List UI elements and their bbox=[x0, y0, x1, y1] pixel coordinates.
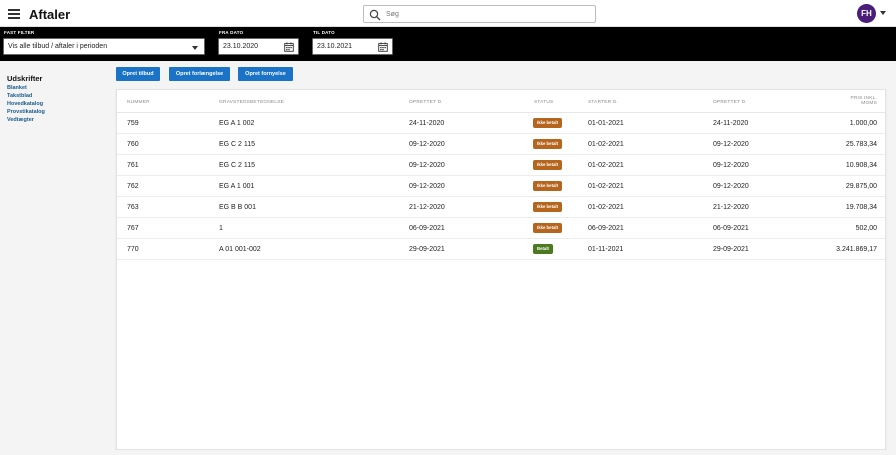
sidebar-list: Blanket Takstblad Hovedkatalog Provstika… bbox=[7, 84, 45, 124]
cell-oprettet-2: 06-09-2021 bbox=[713, 225, 749, 232]
cell-pris: 25.783,34 bbox=[845, 141, 877, 148]
cell-oprettet-2: 09-12-2020 bbox=[713, 183, 749, 190]
cell-gravsted: A 01 001-002 bbox=[219, 246, 261, 253]
table-row[interactable]: 761 EG C 2 115 09-12-2020 Ikke betalt 01… bbox=[117, 155, 885, 176]
column-header-starter[interactable]: STARTER D. bbox=[588, 100, 618, 105]
column-header-pris[interactable]: PRIS INKL. MOMS bbox=[850, 96, 877, 106]
til-dato-label: TIL DATO bbox=[313, 30, 335, 35]
sidebar-item-takstblad[interactable]: Takstblad bbox=[7, 92, 45, 100]
cell-starter: 01-02-2021 bbox=[588, 183, 624, 190]
column-header-status[interactable]: STATUS bbox=[534, 100, 553, 105]
cell-oprettet-2: 21-12-2020 bbox=[713, 204, 749, 211]
column-header-oprettet[interactable]: OPRETTET D. bbox=[409, 100, 443, 105]
cell-gravsted: EG C 2 115 bbox=[219, 141, 256, 148]
fast-filter-label: FAST FILTER bbox=[4, 30, 35, 35]
cell-nummer: 770 bbox=[127, 246, 139, 253]
status-badge: Ikke betalt bbox=[533, 223, 563, 233]
cell-oprettet-2: 29-09-2021 bbox=[713, 246, 749, 253]
cell-oprettet: 09-12-2020 bbox=[409, 162, 445, 169]
column-header-pris-line2: MOMS bbox=[861, 101, 877, 106]
cell-gravsted: EG C 2 115 bbox=[219, 162, 256, 169]
cell-oprettet: 06-09-2021 bbox=[409, 225, 445, 232]
search-box[interactable] bbox=[363, 5, 596, 23]
cell-pris: 502,00 bbox=[855, 225, 877, 232]
til-dato-field[interactable]: 23.10.2021 bbox=[312, 38, 393, 55]
fast-filter-value: Vis alle tilbud / aftaler i perioden bbox=[8, 43, 108, 50]
table-row[interactable]: 760 EG C 2 115 09-12-2020 Ikke betalt 01… bbox=[117, 134, 885, 155]
cell-gravsted: EG A 1 001 bbox=[219, 183, 255, 190]
cell-oprettet: 09-12-2020 bbox=[409, 141, 445, 148]
column-header-oprettet-2[interactable]: OPRETTET D. bbox=[713, 100, 747, 105]
opret-tilbud-button[interactable]: Opret tilbud bbox=[116, 67, 160, 81]
cell-nummer: 767 bbox=[127, 225, 139, 232]
cell-nummer: 763 bbox=[127, 204, 139, 211]
cell-oprettet: 09-12-2020 bbox=[409, 183, 445, 190]
table-row[interactable]: 762 EG A 1 001 09-12-2020 Ikke betalt 01… bbox=[117, 176, 885, 197]
status-badge: Ikke betalt bbox=[533, 139, 563, 149]
cell-starter: 01-02-2021 bbox=[588, 162, 624, 169]
bottom-strip bbox=[0, 450, 896, 455]
hamburger-menu-icon[interactable] bbox=[8, 9, 20, 19]
cell-oprettet-2: 24-11-2020 bbox=[713, 120, 749, 127]
cell-nummer: 762 bbox=[127, 183, 139, 190]
cell-pris: 3.241.869,17 bbox=[836, 246, 877, 253]
agreements-table: NUMMER GRAVSTEDSBETEGNELSE OPRETTET D. S… bbox=[116, 89, 886, 450]
cell-oprettet: 29-09-2021 bbox=[409, 246, 445, 253]
table-row[interactable]: 767 1 06-09-2021 Ikke betalt 06-09-2021 … bbox=[117, 218, 885, 239]
search-input[interactable] bbox=[386, 7, 591, 21]
cell-oprettet-2: 09-12-2020 bbox=[713, 162, 749, 169]
column-header-nummer[interactable]: NUMMER bbox=[127, 100, 150, 105]
opret-fornyelse-button[interactable]: Opret fornyelse bbox=[238, 67, 293, 81]
status-badge: Ikke betalt bbox=[533, 181, 563, 191]
cell-pris: 10.908,34 bbox=[845, 162, 877, 169]
fast-filter-select[interactable]: Vis alle tilbud / aftaler i perioden bbox=[3, 38, 205, 55]
calendar-icon[interactable] bbox=[284, 42, 294, 52]
sidebar-item-provstikatalog[interactable]: Provstikatalog bbox=[7, 108, 45, 116]
column-header-gravsted[interactable]: GRAVSTEDSBETEGNELSE bbox=[219, 100, 284, 105]
cell-gravsted: EG B B 001 bbox=[219, 204, 256, 211]
opret-forlaengelse-button[interactable]: Opret forlængelse bbox=[169, 67, 230, 81]
cell-starter: 06-09-2021 bbox=[588, 225, 624, 232]
status-badge: Ikke betalt bbox=[533, 118, 563, 128]
status-badge: Ikke betalt bbox=[533, 202, 563, 212]
cell-nummer: 761 bbox=[127, 162, 139, 169]
til-dato-value: 23.10.2021 bbox=[317, 43, 353, 50]
status-badge: Betalt bbox=[533, 244, 553, 254]
cell-oprettet: 21-12-2020 bbox=[409, 204, 445, 211]
user-avatar[interactable]: FH bbox=[857, 4, 876, 23]
fra-dato-field[interactable]: 23.10.2020 bbox=[218, 38, 299, 55]
calendar-icon[interactable] bbox=[378, 42, 388, 52]
cell-starter: 01-02-2021 bbox=[588, 141, 624, 148]
filter-bar: FAST FILTER Vis alle tilbud / aftaler i … bbox=[0, 27, 896, 61]
fra-dato-label: FRA DATO bbox=[219, 30, 244, 35]
cell-starter: 01-11-2021 bbox=[588, 246, 624, 253]
cell-gravsted: 1 bbox=[219, 225, 223, 232]
cell-pris: 29.875,00 bbox=[845, 183, 877, 190]
cell-starter: 01-02-2021 bbox=[588, 204, 624, 211]
sidebar-title: Udskrifter bbox=[7, 74, 43, 83]
sidebar-item-vedtaegter[interactable]: Vedtægter bbox=[7, 116, 45, 124]
cell-pris: 1.000,00 bbox=[849, 120, 877, 127]
top-bar: Aftaler FH bbox=[0, 0, 896, 27]
cell-pris: 19.708,34 bbox=[845, 204, 877, 211]
cell-starter: 01-01-2021 bbox=[588, 120, 624, 127]
cell-nummer: 760 bbox=[127, 141, 139, 148]
table-row[interactable]: 770 A 01 001-002 29-09-2021 Betalt 01-11… bbox=[117, 239, 885, 260]
table-header: NUMMER GRAVSTEDSBETEGNELSE OPRETTET D. S… bbox=[117, 90, 885, 113]
status-badge: Ikke betalt bbox=[533, 160, 563, 170]
cell-gravsted: EG A 1 002 bbox=[219, 120, 255, 127]
page-title: Aftaler bbox=[29, 7, 71, 22]
table-row[interactable]: 759 EG A 1 002 24-11-2020 Ikke betalt 01… bbox=[117, 113, 885, 134]
sidebar-item-blanket[interactable]: Blanket bbox=[7, 84, 45, 92]
table-row[interactable]: 763 EG B B 001 21-12-2020 Ikke betalt 01… bbox=[117, 197, 885, 218]
sidebar-item-hovedkatalog[interactable]: Hovedkatalog bbox=[7, 100, 45, 108]
cell-oprettet: 24-11-2020 bbox=[409, 120, 445, 127]
search-icon bbox=[369, 9, 381, 21]
cell-nummer: 759 bbox=[127, 120, 139, 127]
chevron-down-icon bbox=[192, 46, 198, 50]
fra-dato-value: 23.10.2020 bbox=[223, 43, 259, 50]
chevron-down-icon[interactable] bbox=[880, 11, 886, 15]
cell-oprettet-2: 09-12-2020 bbox=[713, 141, 749, 148]
